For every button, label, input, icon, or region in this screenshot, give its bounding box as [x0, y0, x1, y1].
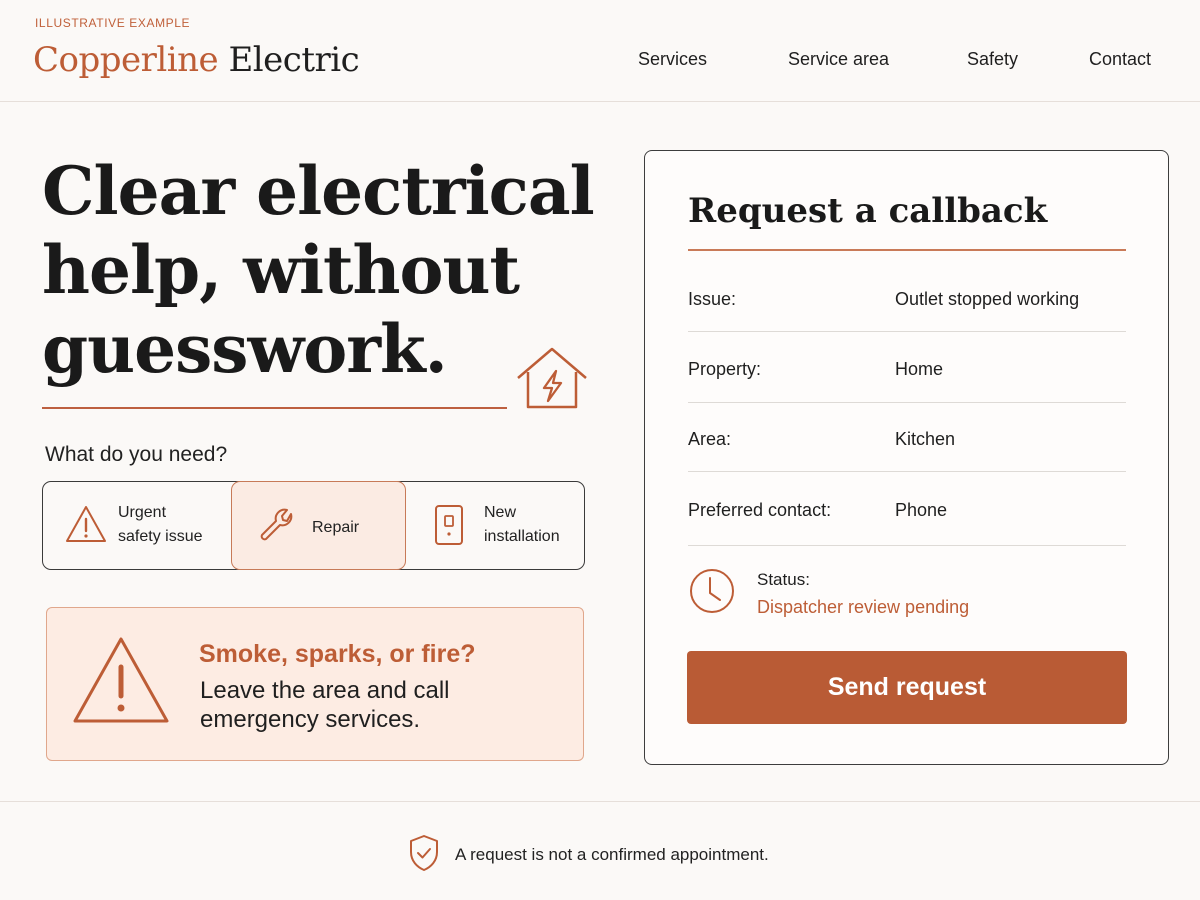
field-preferred-contact: Preferred contact: Phone [688, 500, 1126, 570]
option-urgent-line2: safety issue [118, 528, 203, 545]
emergency-alert: Smoke, sparks, or fire? Leave the area a… [46, 607, 584, 761]
site-header: ILLUSTRATIVE EXAMPLE Copperline Electric… [0, 0, 1200, 102]
status-value: Dispatcher review pending [757, 597, 970, 617]
brand-name-part2: Electric [228, 40, 360, 80]
wrench-icon [260, 508, 293, 541]
nav-services[interactable]: Services [638, 48, 707, 70]
option-new-line1: New [484, 504, 517, 521]
option-repair[interactable]: Repair [231, 481, 406, 570]
option-new-line2: installation [484, 528, 560, 545]
field-issue: Issue: Outlet stopped working [688, 289, 1126, 359]
clock-icon [690, 569, 734, 613]
footer-divider [0, 801, 1200, 802]
field-area: Area: Kitchen [688, 429, 1126, 499]
field-issue-value[interactable]: Outlet stopped working [895, 289, 1079, 310]
field-contact-value[interactable]: Phone [895, 500, 947, 521]
hero-divider [42, 407, 507, 409]
footer-note: A request is not a confirmed appointment… [455, 845, 769, 864]
service-type-selector: Urgent safety issue Repair New installat… [42, 481, 585, 570]
house-bolt-icon [517, 347, 587, 409]
outlet-icon [435, 505, 463, 545]
page: ILLUSTRATIVE EXAMPLE Copperline Electric… [0, 0, 1200, 900]
alert-body: Leave the area and call emergency servic… [200, 677, 450, 733]
field-area-value[interactable]: Kitchen [895, 429, 955, 450]
option-new-installation[interactable]: New installation [406, 482, 586, 569]
status-label: Status: [757, 570, 810, 589]
field-property: Property: Home [688, 359, 1126, 429]
nav-contact[interactable]: Contact [1089, 48, 1151, 70]
nav-service-area[interactable]: Service area [788, 48, 889, 70]
brand-logo[interactable]: Copperline Electric [33, 38, 360, 82]
row-divider [688, 545, 1126, 546]
send-request-button[interactable]: Send request [687, 651, 1127, 724]
callback-title: Request a callback [688, 191, 1048, 231]
option-repair-label: Repair [312, 519, 360, 536]
need-label: What do you need? [45, 443, 228, 466]
field-property-label: Property: [688, 359, 762, 379]
field-area-label: Area: [688, 429, 732, 449]
callback-title-divider [688, 249, 1126, 251]
option-urgent-safety[interactable]: Urgent safety issue [43, 482, 231, 569]
row-divider [688, 471, 1126, 472]
brand-name-part1: Copperline [33, 40, 219, 80]
nav-safety[interactable]: Safety [967, 48, 1018, 70]
option-urgent-line1: Urgent [118, 504, 167, 521]
field-contact-label: Preferred contact: [688, 500, 832, 520]
field-issue-label: Issue: [688, 289, 737, 309]
alert-title: Smoke, sparks, or fire? [199, 640, 476, 668]
eyebrow-label: ILLUSTRATIVE EXAMPLE [35, 16, 191, 30]
warning-icon [73, 637, 169, 723]
row-divider [688, 331, 1126, 332]
callback-card: Request a callback Issue: Outlet stopped… [644, 150, 1169, 765]
row-divider [688, 402, 1126, 403]
warning-icon [66, 506, 106, 542]
shield-check-icon [410, 835, 438, 871]
field-property-value[interactable]: Home [895, 359, 943, 380]
